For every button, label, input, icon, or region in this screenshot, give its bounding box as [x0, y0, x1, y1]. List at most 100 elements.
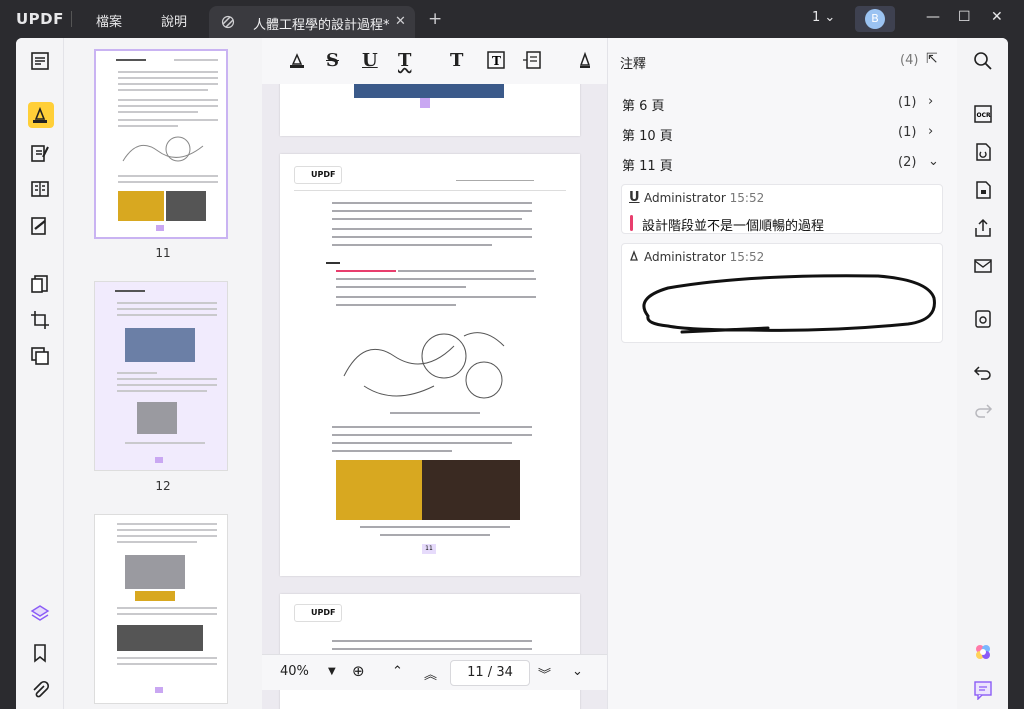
tools-icon[interactable]: [30, 346, 50, 366]
next-page-icon[interactable]: ︾: [538, 664, 551, 683]
group-count: (1): [898, 95, 917, 110]
thumbnail-page-12[interactable]: [94, 281, 228, 471]
pencil-tool-icon[interactable]: [576, 51, 594, 69]
underline-tool-icon[interactable]: U: [362, 50, 378, 71]
close-tab-icon[interactable]: ✕: [395, 14, 406, 29]
account-button[interactable]: B: [855, 6, 895, 32]
annotation-group-page-10[interactable]: 第 10 頁 (1) ›: [608, 119, 958, 149]
pencil-icon: [630, 250, 638, 261]
annotation-author: Administrator 15:52: [644, 250, 765, 264]
annotation-card-pencil[interactable]: Administrator 15:52: [621, 243, 943, 343]
window-count-dropdown[interactable]: 1 ⌄: [812, 10, 835, 25]
title-bar: UPDF 檔案 說明 人體工程學的設計過程* ✕ + 1 ⌄ B — ☐ ✕: [0, 0, 1024, 38]
page-separator: /: [487, 665, 493, 680]
thumbnail-label-11: 11: [155, 246, 171, 260]
reader-icon[interactable]: [30, 51, 50, 71]
highlight-tool-icon[interactable]: [288, 52, 306, 70]
group-label: 第 6 頁: [622, 99, 665, 114]
annotation-panel-title: 注釋: [620, 57, 647, 72]
svg-text:OCR: OCR: [977, 112, 992, 119]
save-icon[interactable]: [973, 309, 993, 329]
title-separator: [71, 11, 72, 27]
menu-help[interactable]: 說明: [161, 11, 187, 30]
convert-icon[interactable]: [973, 142, 993, 162]
last-page-icon[interactable]: ⌄: [572, 664, 583, 679]
annotation-toolbar: S U T T T: [262, 38, 607, 84]
bookmark-icon[interactable]: [30, 643, 50, 663]
group-count: (1): [898, 125, 917, 140]
thumbnail-page-11[interactable]: [94, 49, 228, 239]
edit-icon[interactable]: [30, 143, 50, 163]
group-count: (2): [898, 155, 917, 170]
document-viewer: UPDF 11 UPDF S U T T T 40% ▼ ⊕ ⌃ ︽ 11 / …: [262, 38, 607, 709]
ocr-icon[interactable]: OCR: [973, 104, 993, 124]
annotation-author: Administrator 15:52: [644, 191, 765, 205]
avatar: B: [865, 9, 885, 29]
export-icon[interactable]: ⇱: [926, 51, 938, 67]
ai-assistant-icon[interactable]: [973, 642, 993, 662]
page-number-marker: 11: [422, 544, 436, 554]
share-icon[interactable]: [973, 218, 993, 238]
zoom-level[interactable]: 40%: [280, 664, 309, 679]
squiggly-tool-icon[interactable]: T: [398, 50, 411, 71]
current-page: 11: [467, 665, 484, 680]
zoom-in-icon[interactable]: ⊕: [352, 662, 365, 680]
menu-file[interactable]: 檔案: [96, 11, 122, 30]
page-header-logo-12: UPDF: [294, 604, 342, 622]
window-count: 1: [812, 10, 821, 25]
thumbnail-panel: 11 12: [64, 38, 262, 709]
chevron-down-icon: ⌄: [824, 10, 836, 25]
form-icon[interactable]: [30, 179, 50, 199]
chevron-right-icon: ›: [928, 94, 934, 109]
zoom-dropdown-icon[interactable]: ▼: [328, 666, 336, 677]
organize-pages-icon[interactable]: [30, 274, 50, 294]
annotation-card-underline[interactable]: U Administrator 15:52 設計階段並不是一個順暢的過程: [621, 184, 943, 234]
comments-panel-icon[interactable]: [973, 680, 993, 700]
group-label: 第 11 頁: [622, 159, 673, 174]
redo-icon[interactable]: [973, 401, 993, 421]
previous-page-icon[interactable]: ︽: [424, 664, 437, 683]
new-tab-icon[interactable]: +: [428, 9, 442, 29]
protect-icon[interactable]: [973, 180, 993, 200]
textbox-tool-icon[interactable]: T: [486, 50, 506, 70]
attachment-icon[interactable]: [30, 680, 50, 700]
annotation-text: 設計階段並不是一個順暢的過程: [642, 219, 825, 234]
freehand-drawing-preview: [642, 274, 936, 334]
thumbnail-label-12: 12: [155, 479, 171, 493]
callout-tool-icon[interactable]: [522, 50, 542, 70]
page-12: UPDF: [280, 594, 580, 709]
page-11: UPDF 11: [280, 154, 580, 576]
strikethrough-tool-icon[interactable]: S: [326, 50, 339, 71]
right-toolbar: OCR: [957, 38, 1008, 709]
page-header-logo: UPDF: [294, 166, 342, 184]
updf-logo: UPDF: [16, 10, 64, 28]
tab-title: 人體工程學的設計過程*: [253, 18, 390, 33]
annotation-panel: 注釋 (4) ⇱ 第 6 頁 (1) › 第 10 頁 (1) › 第 11 頁…: [607, 38, 957, 709]
svg-text:T: T: [492, 54, 501, 68]
annotation-color-marker: [630, 215, 633, 231]
sketch-thumbnail: [122, 136, 204, 162]
page-input[interactable]: 11 / 34: [450, 660, 530, 686]
sign-icon[interactable]: [30, 216, 50, 236]
text-tool-icon[interactable]: T: [450, 50, 463, 71]
link-icon: [221, 15, 235, 29]
crop-icon[interactable]: [30, 310, 50, 330]
annotation-count: (4): [900, 53, 919, 68]
document-tab[interactable]: 人體工程學的設計過程* ✕: [209, 6, 415, 38]
annotation-group-page-11[interactable]: 第 11 頁 (2) ⌄: [608, 149, 958, 179]
ergonomic-sketch-image: [343, 332, 505, 399]
undo-icon[interactable]: [973, 363, 993, 383]
search-icon[interactable]: [973, 51, 993, 71]
group-label: 第 10 頁: [622, 129, 673, 144]
annotation-group-page-6[interactable]: 第 6 頁 (1) ›: [608, 89, 958, 119]
minimize-icon[interactable]: —: [926, 9, 940, 25]
chevron-down-icon: ⌄: [928, 154, 939, 169]
first-page-icon[interactable]: ⌃: [392, 664, 403, 679]
email-icon[interactable]: [973, 256, 993, 276]
maximize-icon[interactable]: ☐: [958, 9, 971, 25]
close-window-icon[interactable]: ✕: [991, 9, 1003, 25]
layers-icon[interactable]: [30, 604, 50, 624]
thumbnail-page-13[interactable]: [94, 514, 228, 704]
highlighter-icon[interactable]: [30, 105, 50, 125]
left-toolbar: [16, 38, 64, 709]
